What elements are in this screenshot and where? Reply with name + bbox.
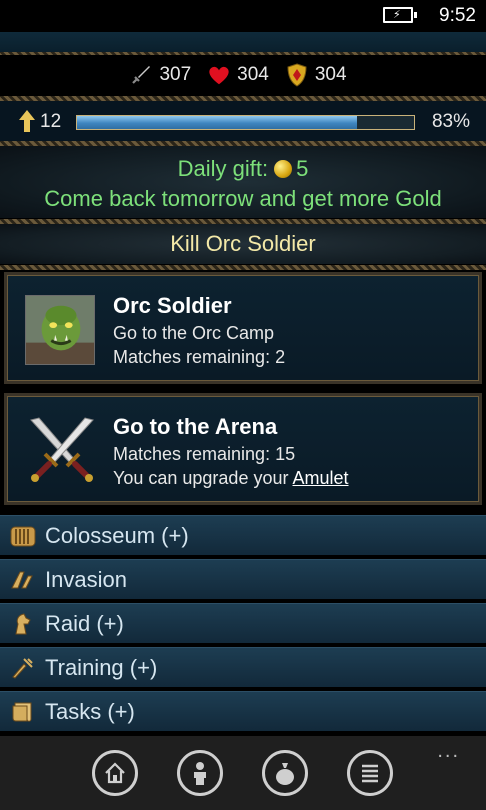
menu-item-raid[interactable]: Raid (+): [0, 603, 486, 643]
shop-button[interactable]: [262, 750, 308, 796]
menu-label: Colosseum (+): [45, 523, 189, 548]
menu-item-colosseum[interactable]: Colosseum (+): [0, 515, 486, 555]
rope-divider: [0, 265, 486, 270]
battery-charging-icon: ⚡: [383, 7, 417, 23]
status-bar: ⚡ 9:52: [0, 0, 486, 32]
xp-percent: 83%: [431, 111, 470, 132]
card-line: Matches remaining: 2: [113, 347, 286, 367]
card-title: Go to the Arena: [113, 414, 278, 439]
daily-gift-amount: 5: [296, 156, 309, 181]
menu-item-training[interactable]: Training (+): [0, 647, 486, 687]
sword-icon: [129, 63, 153, 87]
menu-item-invasion[interactable]: Invasion: [0, 559, 486, 599]
quest-title: Kill Orc Soldier: [0, 224, 486, 264]
orc-portrait-icon: [25, 295, 95, 365]
crossed-swords-icon: [30, 417, 94, 482]
health-value: 304: [237, 64, 269, 85]
raid-icon: [15, 613, 31, 635]
attack-value: 307: [159, 64, 192, 85]
menu-button[interactable]: [347, 750, 393, 796]
level-up-arrow-icon: [19, 110, 35, 132]
quest-card-orc-soldier[interactable]: Orc Soldier Go to the Orc Camp Matches r…: [4, 272, 482, 384]
card-line: Go to the Orc Camp: [113, 323, 275, 343]
tasks-icon: [12, 702, 32, 722]
clock: 9:52: [439, 5, 476, 26]
daily-gift-label: Daily gift:: [177, 156, 269, 181]
player-stats: 307 304 304: [0, 55, 486, 95]
menu-label: Training (+): [45, 655, 158, 680]
quest-card-arena[interactable]: Go to the Arena Matches remaining: 15 Yo…: [4, 393, 482, 505]
header-band: [0, 32, 486, 52]
xp-progress-fill: [77, 116, 357, 129]
menu-item-tasks[interactable]: Tasks (+): [0, 691, 486, 731]
more-options-button[interactable]: ...: [437, 740, 460, 763]
app-bar: ...: [0, 736, 486, 810]
menu-label: Raid (+): [45, 611, 124, 636]
xp-progress-bar: [76, 115, 415, 130]
home-button[interactable]: [92, 750, 138, 796]
profile-button[interactable]: [177, 750, 223, 796]
level-value: 12: [40, 111, 62, 132]
colosseum-icon: [10, 526, 36, 547]
menu-label: Tasks (+): [45, 699, 135, 724]
daily-gift-panel: Daily gift: 5 Come back tomorrow and get …: [0, 146, 486, 218]
card-title: Orc Soldier: [113, 293, 232, 318]
list-menu-icon: [362, 764, 378, 783]
defense-value: 304: [314, 64, 347, 85]
person-icon: [194, 762, 206, 785]
card-line: Matches remaining: 15: [113, 444, 296, 464]
level-bar: 12 83%: [0, 101, 486, 141]
gold-coin-icon: [274, 160, 293, 178]
shield-icon: [285, 63, 309, 87]
money-bag-icon: [276, 763, 294, 785]
menu-label: Invasion: [45, 567, 127, 592]
invasion-icon: [11, 571, 33, 589]
heart-icon: [207, 63, 231, 87]
daily-gift-message: Come back tomorrow and get more Gold: [44, 186, 442, 211]
home-icon: [105, 762, 125, 784]
amulet-link[interactable]: Amulet: [292, 468, 348, 488]
training-icon: [12, 658, 33, 679]
card-line: You can upgrade your Amulet: [113, 468, 349, 488]
